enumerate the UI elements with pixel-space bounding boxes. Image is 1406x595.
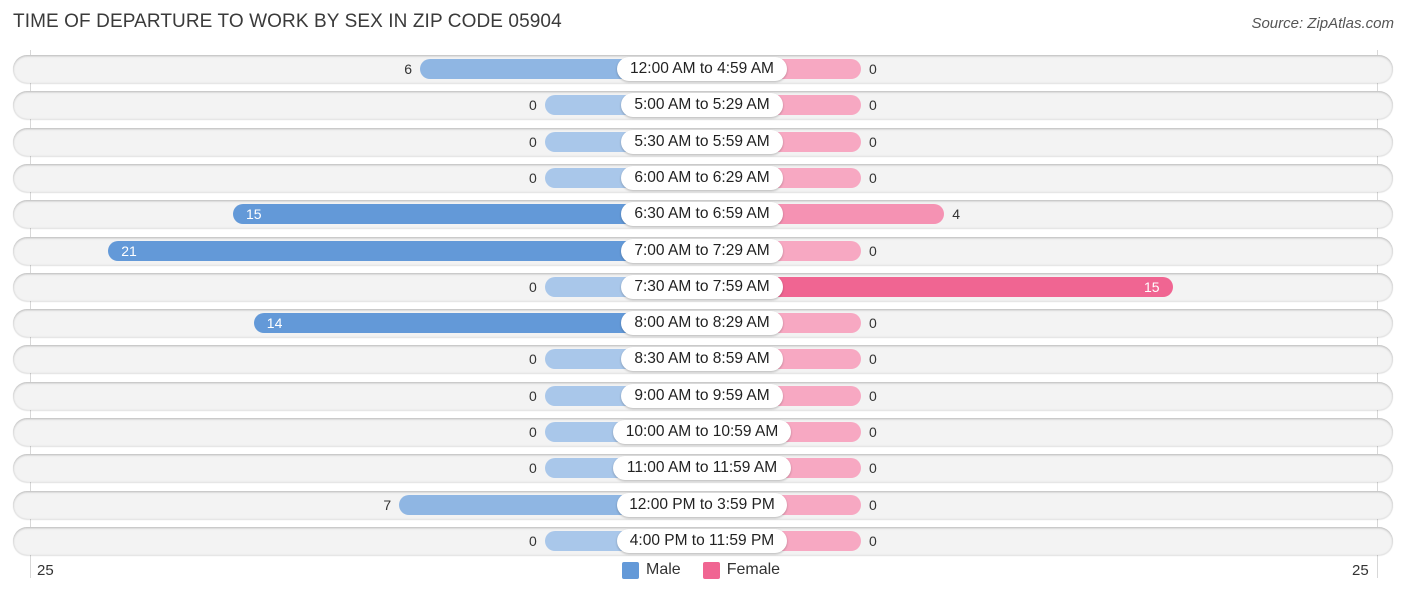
- value-label-male: 0: [529, 351, 537, 367]
- legend: Male Female: [622, 561, 802, 579]
- category-label: 5:00 AM to 5:29 AM: [621, 93, 783, 117]
- category-label: 4:00 PM to 11:59 PM: [617, 529, 787, 553]
- value-label-female: 0: [869, 351, 877, 367]
- source-label: Source: ZipAtlas.com: [1251, 15, 1394, 32]
- value-label-female: 0: [869, 533, 877, 549]
- value-label-male: 14: [266, 315, 283, 331]
- value-label-female: 0: [869, 315, 877, 331]
- legend-swatch-male: [622, 561, 639, 579]
- value-label-male: 0: [529, 134, 537, 150]
- category-label: 8:30 AM to 8:59 AM: [621, 347, 783, 371]
- value-label-male: 0: [529, 533, 537, 549]
- category-label: 8:00 AM to 8:29 AM: [621, 311, 783, 335]
- category-label: 6:30 AM to 6:59 AM: [621, 202, 783, 226]
- value-label-male: 7: [383, 497, 392, 513]
- legend-item-male: Male: [622, 561, 681, 579]
- value-label-male: 21: [121, 243, 137, 259]
- value-label-male: 0: [529, 424, 537, 440]
- value-label-male: 0: [529, 170, 537, 186]
- value-label-female: 0: [869, 388, 877, 404]
- axis-tick-right: 25: [1352, 562, 1369, 579]
- value-label-male: 0: [529, 388, 537, 404]
- legend-item-female: Female: [702, 561, 781, 579]
- category-label: 5:30 AM to 5:59 AM: [621, 130, 783, 154]
- value-label-male: 15: [246, 206, 262, 222]
- category-label: 7:30 AM to 7:59 AM: [621, 275, 783, 299]
- legend-label-male: Male: [646, 561, 681, 578]
- category-label: 12:00 PM to 3:59 PM: [617, 493, 787, 517]
- value-label-female: 15: [1144, 279, 1160, 295]
- legend-swatch-female: [702, 561, 720, 579]
- value-label-male: 0: [529, 97, 537, 113]
- category-label: 10:00 AM to 10:59 AM: [613, 420, 791, 444]
- value-label-female: 0: [869, 61, 877, 77]
- value-label-female: 4: [952, 206, 960, 222]
- value-label-female: 0: [869, 170, 877, 186]
- category-label: 9:00 AM to 9:59 AM: [621, 384, 783, 408]
- category-label: 11:00 AM to 11:59 AM: [613, 456, 791, 480]
- value-label-female: 0: [869, 424, 877, 440]
- category-label: 12:00 AM to 4:59 AM: [617, 57, 787, 81]
- legend-label-female: Female: [726, 561, 781, 578]
- chart-title: TIME OF DEPARTURE TO WORK BY SEX IN ZIP …: [13, 11, 562, 32]
- category-label: 7:00 AM to 7:29 AM: [621, 239, 783, 263]
- value-label-female: 0: [869, 460, 877, 476]
- axis-tick-left: 25: [37, 562, 54, 579]
- value-label-female: 0: [869, 97, 877, 113]
- category-label: 6:00 AM to 6:29 AM: [621, 166, 783, 190]
- value-label-male: 0: [529, 460, 537, 476]
- value-label-female: 0: [869, 497, 877, 513]
- value-label-female: 0: [869, 134, 877, 150]
- bar-male: [108, 241, 703, 261]
- value-label-male: 0: [529, 279, 537, 295]
- value-label-male: 6: [404, 61, 412, 77]
- value-label-female: 0: [869, 243, 877, 259]
